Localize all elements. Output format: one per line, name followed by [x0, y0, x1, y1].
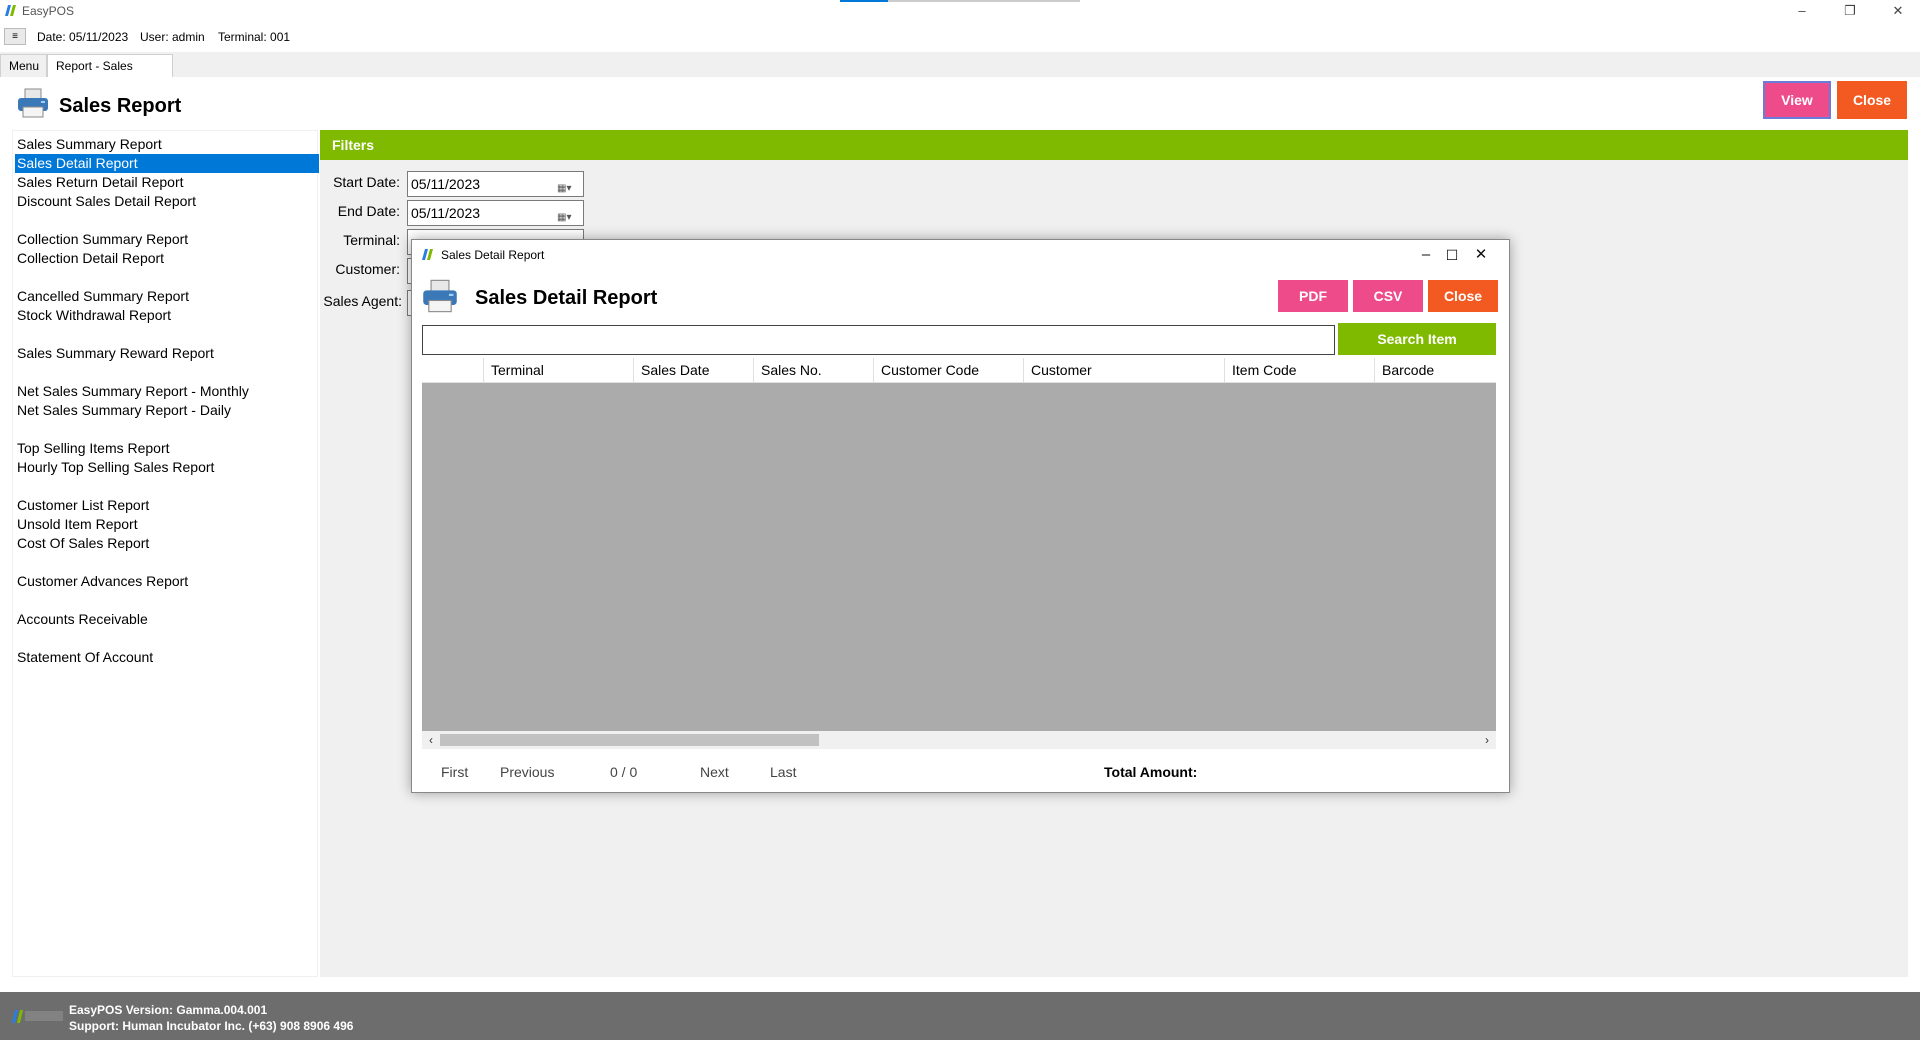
pdf-button[interactable]: PDF: [1278, 280, 1348, 312]
hamburger-menu-button[interactable]: ≡: [4, 28, 26, 45]
report-item-customer-list[interactable]: Customer List Report: [15, 496, 319, 515]
end-date-label: End Date:: [337, 203, 400, 219]
minimize-icon[interactable]: –: [1412, 244, 1440, 266]
report-item-collection-summary[interactable]: Collection Summary Report: [15, 230, 319, 249]
customer-label: Customer:: [335, 261, 400, 277]
pager-page-info: 0 / 0: [610, 764, 638, 780]
report-item-sales-summary-reward[interactable]: Sales Summary Reward Report: [15, 344, 319, 363]
column-header-customer-code[interactable]: Customer Code: [874, 358, 1024, 383]
restore-icon[interactable]: ❐: [1838, 2, 1862, 20]
report-item-sales-summary[interactable]: Sales Summary Report: [15, 135, 319, 154]
calendar-icon[interactable]: ▦▾: [557, 206, 579, 223]
printer-icon: [423, 279, 457, 313]
report-item-collection-detail[interactable]: Collection Detail Report: [15, 249, 319, 268]
horizontal-scrollbar[interactable]: ‹ ›: [422, 731, 1496, 749]
dialog-titlebar[interactable]: Sales Detail Report – ☐ ✕: [412, 240, 1509, 270]
report-item-sales-detail[interactable]: Sales Detail Report: [15, 154, 319, 173]
human-incubator-logo-icon: [12, 1010, 63, 1023]
column-header-select[interactable]: [422, 358, 484, 383]
report-item-net-sales-monthly[interactable]: Net Sales Summary Report - Monthly: [15, 382, 319, 401]
report-item-stock-withdrawal[interactable]: Stock Withdrawal Report: [15, 306, 319, 325]
page-title: Sales Report: [59, 95, 182, 117]
close-icon[interactable]: ✕: [1886, 2, 1910, 20]
terminal-info: Terminal: 001: [218, 30, 291, 44]
end-date-picker[interactable]: 05/11/2023 ▦▾: [407, 200, 584, 226]
column-header-sales-no[interactable]: Sales No.: [754, 358, 874, 383]
column-header-terminal[interactable]: Terminal: [484, 358, 634, 383]
total-amount-label: Total Amount:: [1104, 764, 1198, 780]
calendar-icon[interactable]: ▦▾: [557, 177, 579, 194]
column-header-barcode[interactable]: Barcode: [1375, 358, 1496, 383]
report-item-unsold-item[interactable]: Unsold Item Report: [15, 515, 319, 534]
scroll-right-icon[interactable]: ›: [1478, 731, 1496, 749]
start-date-picker[interactable]: 05/11/2023 ▦▾: [407, 171, 584, 197]
report-item-cost-of-sales[interactable]: Cost Of Sales Report: [15, 534, 319, 553]
report-item-accounts-receivable[interactable]: Accounts Receivable: [15, 610, 319, 629]
report-item-sales-return-detail[interactable]: Sales Return Detail Report: [15, 173, 319, 192]
column-header-customer[interactable]: Customer: [1024, 358, 1225, 383]
sales-detail-dialog: Sales Detail Report – ☐ ✕ Sales Detail R…: [411, 239, 1510, 793]
report-item-top-selling-items[interactable]: Top Selling Items Report: [15, 439, 319, 458]
tab-bar: Menu Report - Sales Report: [0, 52, 1920, 95]
pager-previous-button[interactable]: Previous: [500, 764, 554, 780]
minimize-icon[interactable]: –: [1790, 2, 1814, 20]
scrollbar-thumb[interactable]: [440, 734, 819, 746]
dialog-close-button[interactable]: Close: [1428, 280, 1498, 312]
titlebar-focus-indicator: [840, 0, 1080, 2]
support-text: Support: Human Incubator Inc. (+63) 908 …: [69, 1019, 354, 1033]
search-input[interactable]: [422, 325, 1335, 355]
report-item-net-sales-daily[interactable]: Net Sales Summary Report - Daily: [15, 401, 319, 420]
report-item-statement-of-account[interactable]: Statement Of Account: [15, 648, 319, 667]
sales-detail-grid[interactable]: Terminal Sales Date Sales No. Customer C…: [422, 358, 1496, 731]
close-button[interactable]: Close: [1837, 81, 1907, 119]
report-item-cancelled-summary[interactable]: Cancelled Summary Report: [15, 287, 319, 306]
app-titlebar: EasyPOS – ❐ ✕: [0, 0, 1920, 22]
view-button[interactable]: View: [1763, 81, 1831, 119]
dialog-title: Sales Detail Report: [441, 248, 545, 262]
csv-button[interactable]: CSV: [1353, 280, 1423, 312]
close-icon[interactable]: ✕: [1467, 244, 1495, 266]
end-date-value: 05/11/2023: [411, 205, 481, 221]
date-info: Date: 05/11/2023: [37, 30, 129, 44]
terminal-label: Terminal:: [343, 232, 400, 248]
report-list: Sales Summary Report Sales Detail Report…: [12, 130, 319, 977]
app-title: EasyPOS: [22, 4, 75, 18]
easypos-logo-icon: [422, 249, 433, 260]
easypos-logo-icon: [5, 5, 16, 16]
start-date-label: Start Date:: [333, 174, 400, 190]
pager-first-button[interactable]: First: [441, 764, 468, 780]
status-footer: EasyPOS Version: Gamma.004.001 Support: …: [0, 992, 1920, 1040]
pager-last-button[interactable]: Last: [770, 764, 796, 780]
start-date-value: 05/11/2023: [411, 176, 481, 192]
tab-menu[interactable]: Menu: [0, 54, 47, 77]
maximize-icon[interactable]: ☐: [1438, 244, 1466, 266]
filters-header: Filters: [320, 130, 1908, 160]
info-bar: ≡ Date: 05/11/2023 User: admin Terminal:…: [0, 22, 1920, 52]
tab-sales-report[interactable]: Report - Sales Report: [47, 54, 173, 95]
report-item-discount-sales-detail[interactable]: Discount Sales Detail Report: [15, 192, 319, 211]
scroll-left-icon[interactable]: ‹: [422, 731, 440, 749]
version-text: EasyPOS Version: Gamma.004.001: [69, 1003, 268, 1017]
report-item-hourly-top-selling[interactable]: Hourly Top Selling Sales Report: [15, 458, 319, 477]
report-item-customer-advances[interactable]: Customer Advances Report: [15, 572, 319, 591]
search-item-button[interactable]: Search Item: [1338, 323, 1496, 355]
column-header-sales-date[interactable]: Sales Date: [634, 358, 754, 383]
column-header-item-code[interactable]: Item Code: [1225, 358, 1375, 383]
grid-header: Terminal Sales Date Sales No. Customer C…: [422, 358, 1496, 383]
dialog-heading: Sales Detail Report: [475, 287, 658, 309]
printer-icon: [18, 88, 48, 118]
sales-agent-label: Sales Agent:: [323, 293, 402, 309]
pager-next-button[interactable]: Next: [700, 764, 729, 780]
user-info: User: admin: [140, 30, 205, 44]
